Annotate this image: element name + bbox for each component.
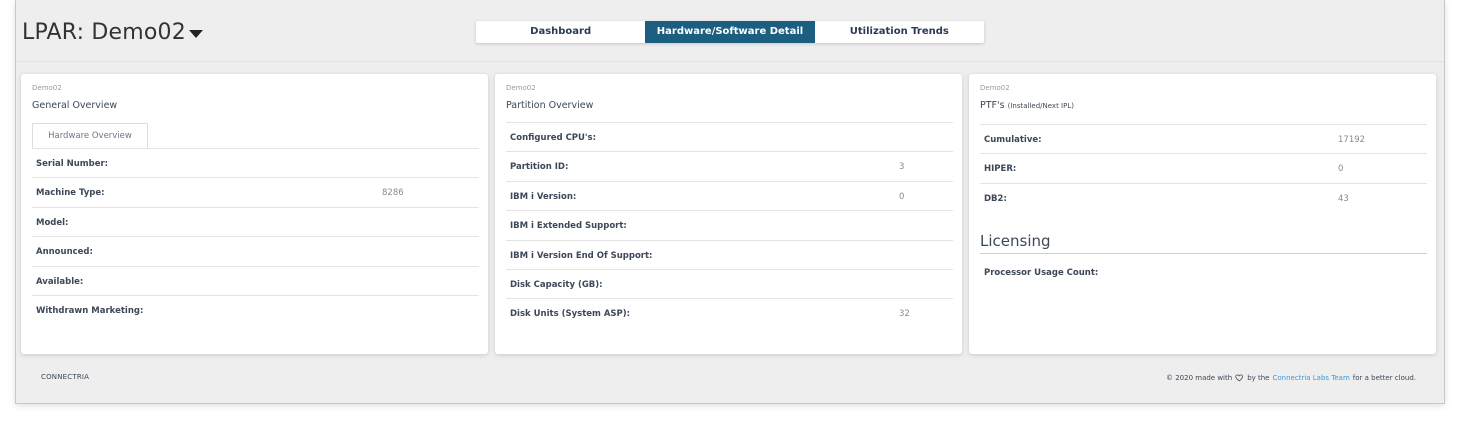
table-row: Serial Number: [32, 148, 479, 177]
row-label: Announced: [36, 247, 93, 258]
licensing-heading: Licensing [980, 232, 1427, 254]
table-row: Withdrawn Marketing: [32, 294, 479, 324]
partition-overview-card: Demo02 Partition Overview Configured CPU… [495, 74, 962, 354]
general-rows: Serial Number: Machine Type: 8286 Model:… [32, 148, 479, 324]
row-value: 8286 [382, 188, 404, 199]
partition-rows: Configured CPU's: Partition ID: 3 IBM i … [506, 122, 953, 328]
tab-dashboard[interactable]: Dashboard [476, 21, 645, 43]
footer-prefix: © 2020 made with [1165, 373, 1233, 382]
app-shell: LPAR: Demo02 Dashboard Hardware/Software… [15, 0, 1445, 404]
row-label: HIPER: [984, 164, 1017, 175]
table-row: Configured CPU's: [506, 122, 953, 151]
row-label: Withdrawn Marketing: [36, 305, 144, 316]
table-row: Partition ID: 3 [506, 151, 953, 180]
row-label: Processor Usage Count: [984, 268, 1099, 278]
card-title: PTF's (Installed/Next IPL) [980, 100, 1074, 111]
row-label: Configured CPU's: [510, 133, 596, 143]
footer-by: by the [1247, 373, 1270, 382]
table-row: Machine Type: 8286 [32, 177, 479, 206]
ptfs-title: PTF's [980, 100, 1005, 111]
row-value: 0 [1338, 164, 1344, 175]
row-label: Model: [36, 217, 69, 228]
row-label: Cumulative: [984, 135, 1042, 145]
footer-credit: © 2020 made with by the Connectria Labs … [1166, 373, 1416, 382]
ptfs-card: Demo02 PTF's (Installed/Next IPL) Cumula… [969, 74, 1436, 354]
row-label: Disk Units (System ASP): [510, 309, 631, 320]
table-row: Available: [32, 265, 479, 295]
tab-utilization-trends[interactable]: Utilization Trends [815, 21, 984, 43]
row-label: IBM i Version: [510, 191, 577, 202]
row-label: Disk Capacity (GB): [510, 279, 603, 290]
table-row: Model: [32, 206, 479, 236]
row-value: 0 [899, 191, 905, 202]
row-value: 32 [899, 309, 910, 320]
row-label: Partition ID: [510, 162, 569, 173]
row-label: IBM i Extended Support: [510, 221, 627, 232]
table-row: Announced: [32, 236, 479, 265]
connectria-labs-team-link[interactable]: Connectria Labs Team [1273, 374, 1350, 382]
general-overview-card: Demo02 General Overview Hardware Overvie… [21, 74, 488, 354]
row-value: 17192 [1338, 135, 1366, 145]
caret-down-icon [188, 29, 203, 38]
row-label: DB2: [984, 193, 1007, 204]
card-title: Partition Overview [506, 100, 594, 111]
table-row: IBM i Extended Support: [506, 210, 953, 239]
card-category: Demo02 [506, 84, 536, 92]
row-label: IBM i Version End Of Support: [510, 250, 653, 261]
lpar-selector[interactable]: LPAR: Demo02 [22, 20, 203, 45]
table-row: DB2: 43 [980, 182, 1427, 212]
ptfs-title-note: (Installed/Next IPL) [1007, 102, 1074, 110]
ptf-rows: Cumulative: 17192 HIPER: 0 DB2: 43 [980, 124, 1427, 212]
view-tabs: Dashboard Hardware/Software Detail Utili… [476, 21, 984, 43]
table-row: IBM i Version: 0 [506, 180, 953, 210]
table-row: Disk Capacity (GB): [506, 268, 953, 298]
card-title: General Overview [32, 100, 118, 111]
card-category: Demo02 [980, 84, 1010, 92]
table-row: Processor Usage Count: [980, 258, 1427, 287]
heart-icon [1235, 374, 1244, 382]
row-label: Serial Number: [36, 159, 109, 169]
row-value: 43 [1338, 193, 1349, 204]
licensing-rows: Processor Usage Count: [980, 258, 1427, 287]
footer-brand: CONNECTRIA [41, 373, 90, 381]
tab-hardware-overview[interactable]: Hardware Overview [32, 123, 148, 149]
footer-suffix: for a better cloud. [1352, 373, 1416, 382]
row-label: Available: [36, 276, 84, 287]
tab-hardware-software-detail[interactable]: Hardware/Software Detail [645, 21, 815, 43]
table-row: HIPER: 0 [980, 153, 1427, 182]
lpar-title: LPAR: Demo02 [22, 20, 186, 45]
card-category: Demo02 [32, 84, 62, 92]
row-value: 3 [899, 162, 905, 173]
table-row: IBM i Version End Of Support: [506, 239, 953, 269]
row-label: Machine Type: [36, 188, 105, 199]
table-row: Disk Units (System ASP): 32 [506, 298, 953, 327]
top-bar: LPAR: Demo02 Dashboard Hardware/Software… [16, 0, 1444, 62]
table-row: Cumulative: 17192 [980, 124, 1427, 153]
